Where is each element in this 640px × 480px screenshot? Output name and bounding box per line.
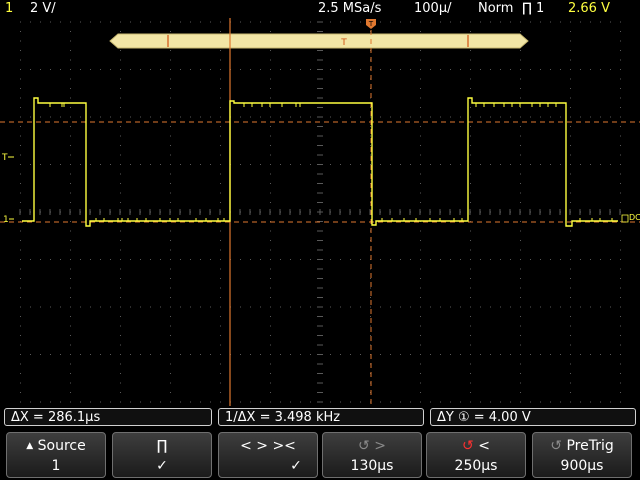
left-cursor-value: 250µs xyxy=(454,458,498,474)
cursor-right-softkey[interactable]: ↺ > 130µs xyxy=(322,432,422,478)
rotate-knob-icon: ↺ xyxy=(462,438,474,454)
channel-number: 1 xyxy=(5,1,14,16)
cursor-readouts: ΔX = 286.1µs 1/ΔX = 3.498 kHz ΔY ① = 4.0… xyxy=(0,406,640,428)
softkey-bar: ▲ Source 1 ∏ ✓ < > >< ✓ ↺ > 130µs ↺ < 25… xyxy=(0,430,640,480)
left-arrow-label: < xyxy=(478,438,490,454)
sample-rate: 2.5 MSa/s xyxy=(318,1,382,16)
right-cursor-value: 130µs xyxy=(350,458,394,474)
status-bar: 1 2 V/ 2.5 MSa/s 100µ/ Norm ∏ 1 2.66 V xyxy=(0,0,640,18)
memory-overview-bar[interactable]: T xyxy=(109,33,529,49)
channel-1-ground-label: 1 xyxy=(3,215,9,225)
pulse-mode-softkey[interactable]: ∏ ✓ xyxy=(112,432,212,478)
pretrig-softkey[interactable]: ↺ PreTrig 900µs xyxy=(532,432,632,478)
delta-y-readout: ΔY ① = 4.00 V xyxy=(430,408,636,426)
overview-trigger-marker: T xyxy=(340,38,347,48)
source-label: Source xyxy=(37,438,86,454)
trigger-channel: 1 xyxy=(536,1,545,16)
timebase: 100µ/ xyxy=(414,1,452,16)
triangle-up-icon: ▲ xyxy=(26,441,34,451)
dc-coupling-label: DC xyxy=(629,213,640,222)
cursor-arrows-label: < > >< xyxy=(240,438,296,454)
cursor-left-softkey[interactable]: ↺ < 250µs xyxy=(426,432,526,478)
pulse-symbol-icon: ∏ xyxy=(156,438,168,454)
right-arrow-label: > xyxy=(374,438,386,454)
source-value: 1 xyxy=(51,458,61,474)
delta-x-readout: ΔX = 286.1µs xyxy=(4,408,212,426)
rotate-knob-icon: ↺ xyxy=(358,438,370,454)
pretrig-label: PreTrig xyxy=(566,438,614,454)
trigger-position-label: T xyxy=(368,20,374,28)
check-icon: ✓ xyxy=(156,458,168,474)
overview-bar-body xyxy=(109,33,529,49)
inverse-delta-x-readout: 1/ΔX = 3.498 kHz xyxy=(218,408,424,426)
trigger-level-label: T xyxy=(1,153,8,163)
pretrig-value: 900µs xyxy=(560,458,604,474)
trigger-mode: Norm xyxy=(478,1,514,16)
pulse-icon: ∏ xyxy=(522,1,532,16)
rotate-knob-icon: ↺ xyxy=(550,438,562,454)
vertical-scale: 2 V/ xyxy=(30,1,56,16)
check-icon: ✓ xyxy=(290,458,302,474)
cursor-arrows-softkey[interactable]: < > >< ✓ xyxy=(218,432,318,478)
trigger-level: 2.66 V xyxy=(568,1,610,16)
source-softkey[interactable]: ▲ Source 1 xyxy=(6,432,106,478)
waveform-display[interactable]: T T T 1 DC xyxy=(0,18,640,406)
